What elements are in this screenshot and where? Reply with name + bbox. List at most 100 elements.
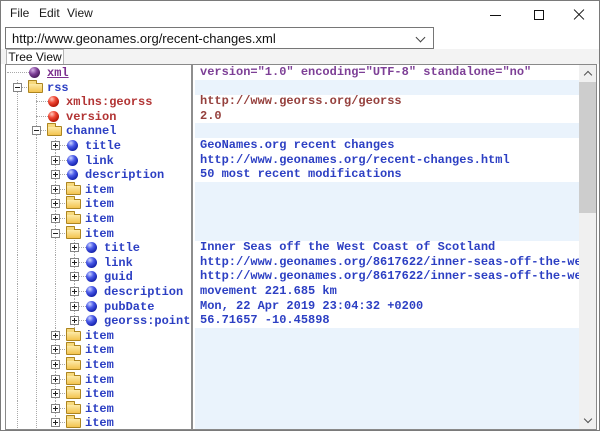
expand-plus-box[interactable] [51, 214, 60, 223]
tree-node-xmlns:georss[interactable]: xmlns:georss [6, 94, 191, 109]
scroll-up-button[interactable] [579, 65, 596, 82]
collapse-minus-box[interactable] [32, 126, 41, 135]
tree-node-georss:point[interactable]: georss:point [6, 313, 191, 328]
tree-guide-line [7, 72, 29, 73]
url-input[interactable] [6, 28, 410, 48]
tree-node-guid[interactable]: guid [6, 269, 191, 284]
maximize-button[interactable] [523, 3, 555, 27]
value-row-empty [195, 328, 581, 343]
value-row-empty [195, 196, 581, 211]
tree-node-item[interactable]: item [6, 386, 191, 401]
tree-node-description[interactable]: description [6, 167, 191, 182]
tree-node-label: link [85, 154, 114, 168]
scroll-down-button[interactable] [579, 412, 596, 429]
value-row: http://www.geonames.org/recent-changes.h… [195, 153, 581, 168]
panel-splitter[interactable] [191, 65, 193, 429]
tree-node-description[interactable]: description [6, 284, 191, 299]
tree-node-item[interactable]: item [6, 372, 191, 387]
expand-plus-box[interactable] [51, 375, 60, 384]
expand-plus-box[interactable] [51, 199, 60, 208]
tree-node-label: item [85, 329, 114, 343]
tree-node-item[interactable]: item [6, 328, 191, 343]
chevron-down-icon[interactable] [416, 33, 426, 43]
tree-node-item[interactable]: item [6, 196, 191, 211]
tab-tree-view[interactable]: Tree View [6, 49, 64, 64]
expand-plus-box[interactable] [70, 302, 79, 311]
main-content: xmlrssxmlns:georssversionchanneltitlelin… [5, 64, 597, 430]
expand-plus-box[interactable] [51, 389, 60, 398]
folder-icon [66, 360, 81, 370]
expand-plus-box[interactable] [51, 156, 60, 165]
expand-plus-box[interactable] [70, 243, 79, 252]
expand-plus-box[interactable] [70, 287, 79, 296]
tree-node-label: item [85, 227, 114, 241]
collapse-minus-box[interactable] [13, 83, 22, 92]
tree-node-link[interactable]: link [6, 153, 191, 168]
expand-plus-box[interactable] [70, 316, 79, 325]
folder-icon [66, 185, 81, 195]
tree-node-title[interactable]: title [6, 138, 191, 153]
tree-guide-line [17, 153, 18, 168]
tree-guide-line [36, 101, 48, 102]
tree-guide-line [36, 240, 37, 255]
tree-guide-line [17, 123, 18, 138]
tree-node-item[interactable]: item [6, 415, 191, 429]
tree-guide-line [17, 167, 18, 182]
collapse-minus-box[interactable] [51, 229, 60, 238]
tree-guide-line [17, 109, 18, 124]
expand-plus-box[interactable] [70, 258, 79, 267]
value-row-empty [195, 386, 581, 401]
expand-plus-box[interactable] [51, 404, 60, 413]
tree-node-link[interactable]: link [6, 255, 191, 270]
menu-view[interactable]: View [61, 1, 99, 25]
tree-node-title[interactable]: title [6, 240, 191, 255]
tree-node-pubDate[interactable]: pubDate [6, 299, 191, 314]
tree-guide-line [36, 153, 37, 168]
value-row: Inner Seas off the West Coast of Scotlan… [195, 240, 581, 255]
tree-guide-line [36, 313, 37, 328]
tree-guide-line [36, 357, 37, 372]
tree-node-item[interactable]: item [6, 211, 191, 226]
expand-plus-box[interactable] [51, 141, 60, 150]
tree-guide-line [17, 313, 18, 328]
tree-guide-line [36, 342, 37, 357]
value-row: movement 221.685 km [195, 284, 581, 299]
close-button[interactable] [563, 3, 595, 27]
tree-node-item[interactable]: item [6, 226, 191, 241]
expand-plus-box[interactable] [70, 272, 79, 281]
expand-plus-box[interactable] [51, 418, 60, 427]
expand-plus-box[interactable] [51, 170, 60, 179]
tree-guide-line [36, 269, 37, 284]
expand-plus-box[interactable] [51, 360, 60, 369]
vertical-scrollbar[interactable] [579, 65, 596, 429]
tree-node-label: xml [47, 66, 69, 80]
address-combobox[interactable] [5, 27, 434, 49]
xml-declaration-icon [29, 67, 40, 78]
value-row-empty [195, 80, 581, 95]
expand-plus-box[interactable] [51, 345, 60, 354]
scrollbar-thumb[interactable] [579, 82, 596, 213]
tree-node-item[interactable]: item [6, 342, 191, 357]
tree-node-xml[interactable]: xml [6, 65, 191, 80]
tree-node-label: channel [66, 124, 116, 138]
folder-icon [66, 345, 81, 355]
tree-guide-line [55, 299, 56, 314]
tree-node-item[interactable]: item [6, 401, 191, 416]
tree-guide-line [17, 401, 18, 416]
expand-plus-box[interactable] [51, 331, 60, 340]
tree-node-rss[interactable]: rss [6, 80, 191, 95]
folder-icon [66, 375, 81, 385]
tree-node-version[interactable]: version [6, 109, 191, 124]
menu-file[interactable]: File [4, 1, 35, 25]
tree-node-label: guid [104, 270, 133, 284]
expand-plus-box[interactable] [51, 185, 60, 194]
tree-node-label: item [85, 416, 114, 429]
tree-node-channel[interactable]: channel [6, 123, 191, 138]
element-icon [86, 257, 97, 268]
minimize-button[interactable] [479, 3, 511, 27]
tree-node-label: rss [47, 81, 69, 95]
value-row-empty [195, 415, 581, 429]
attribute-icon [48, 111, 59, 122]
tree-node-item[interactable]: item [6, 357, 191, 372]
tree-node-item[interactable]: item [6, 182, 191, 197]
